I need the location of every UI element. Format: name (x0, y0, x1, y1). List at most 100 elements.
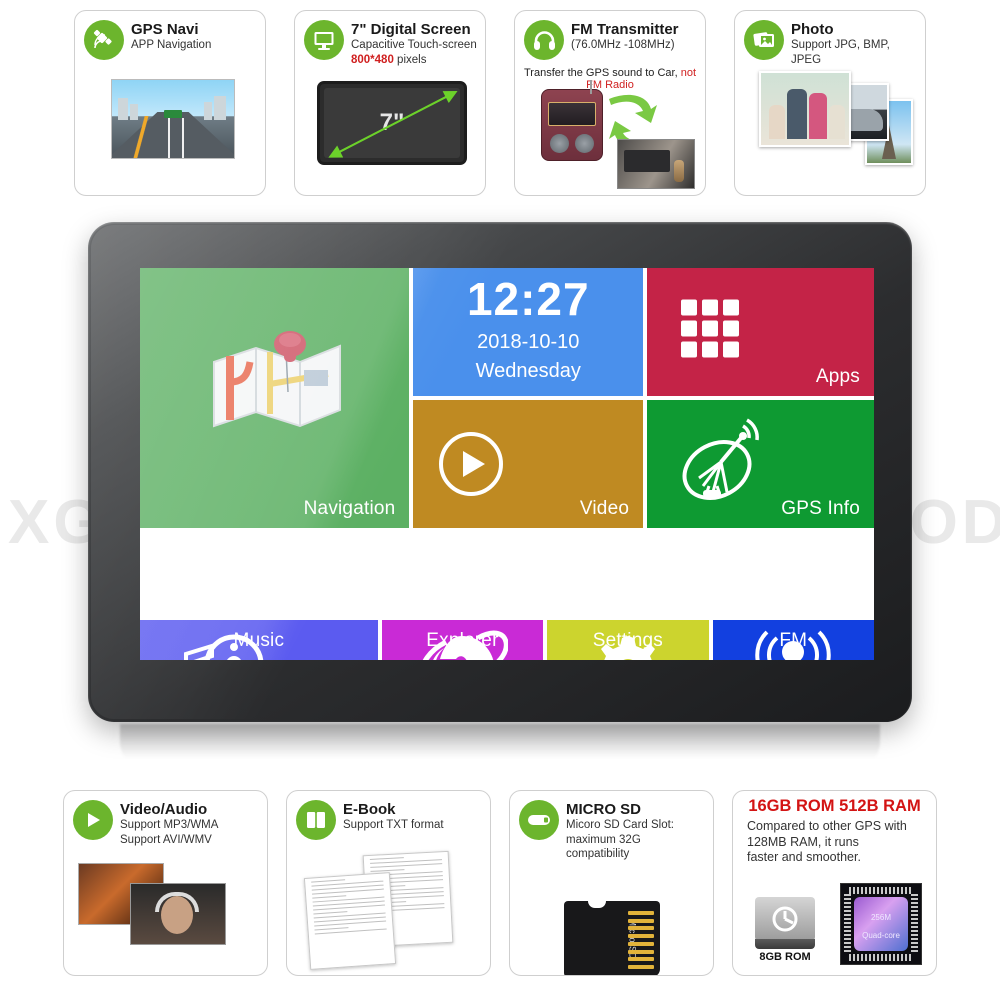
tile-label: Music (233, 630, 285, 651)
card-title: GPS Navi (131, 21, 199, 38)
top-feature-row: GPS Navi APP Navigation 7" Digital Scree… (0, 10, 1000, 196)
tile-fm[interactable]: FM (712, 620, 874, 660)
text-document-front (303, 872, 397, 970)
cpu-chip-illustration: 256M Quad-core (840, 883, 922, 965)
ebook-artwork (287, 847, 490, 970)
sdcard-icon (519, 800, 559, 840)
tile-label: Video (579, 498, 630, 519)
device-screen-illustration: 7" (317, 81, 467, 165)
radio-knob-right (575, 134, 594, 153)
clock-date: 2018-10-10 (477, 331, 580, 353)
sd-contacts (627, 911, 654, 969)
card-titles: FM Transmitter (76.0MHz -108MHz) (571, 20, 697, 53)
tile-explorer[interactable]: Explorer (381, 620, 544, 660)
tile-label: GPS Info (781, 498, 860, 519)
card-title: 16GB ROM 512B RAM (748, 797, 921, 815)
card-subtitle-1: Micoro SD Card Slot: (566, 819, 675, 832)
feature-card-photo: Photo Support JPG, BMP, JPEG (734, 10, 926, 196)
tile-gps-info[interactable]: GPS Info (647, 400, 874, 528)
card-subtitle-3: compatibility (566, 848, 630, 860)
clock-widget: 12:27 2018-10-10 Wednesday (413, 268, 643, 396)
gps-navigator-device: Navigation 12:27 2018-10-10 Wednesday Ap… (88, 222, 912, 722)
card-subtitle: APP Navigation (131, 39, 212, 52)
radio-illustration (541, 80, 603, 161)
map-pin-icon (212, 331, 341, 428)
card-header: E-Book Support TXT format (287, 791, 490, 840)
tile-navigation[interactable]: Navigation (140, 268, 410, 528)
grid-icon (681, 299, 740, 358)
card-subtitle-2: Support AVI/WMV (120, 833, 212, 846)
car-stereo-panel (624, 150, 670, 172)
card-subtitle-1: Compared to other GPS with (747, 818, 907, 833)
headphone-shape (155, 892, 199, 912)
card-titles: E-Book Support TXT format (343, 800, 482, 833)
hard-drive-icon (755, 897, 815, 949)
screen-artwork: 7" (295, 69, 485, 189)
card-titles: Video/Audio Support MP3/WMA Support AVI/… (120, 800, 259, 847)
bottom-feature-row: Video/Audio Support MP3/WMA Support AVI/… (0, 790, 1000, 976)
music-listener-photo (130, 883, 226, 945)
feature-card-fm-transmitter: FM Transmitter (76.0MHz -108MHz) Transfe… (514, 10, 706, 196)
card-titles: Photo Support JPG, BMP, JPEG (791, 20, 917, 67)
card-subtitle-pixels: 800*480 pixels (351, 53, 477, 67)
device-reflection (120, 724, 880, 770)
screen-bottom-row: Music Explorer Settings FM (140, 532, 874, 660)
card-titles: GPS Navi APP Navigation (131, 20, 257, 53)
clock-weekday: Wednesday (475, 360, 581, 382)
feature-card-micro-sd: MICRO SD Micoro SD Card Slot: maximum 32… (509, 790, 714, 976)
tile-label: Apps (815, 366, 860, 387)
card-subtitle: Support JPG, BMP, JPEG (791, 39, 890, 66)
chip-memory-label: 256M (870, 913, 891, 922)
tile-clock[interactable]: 12:27 2018-10-10 Wednesday (413, 268, 644, 396)
feature-card-memory: 16GB ROM 512B RAM Compared to other GPS … (732, 790, 937, 976)
tile-label: Explorer (426, 630, 499, 651)
memory-artwork: 8GB ROM 256M Quad-core (733, 877, 936, 969)
feature-card-digital-screen: 7" Digital Screen Capacitive Touch-scree… (294, 10, 486, 196)
card-subtitle-2: 128MB RAM, it runs (747, 834, 859, 849)
play-circle-icon (439, 432, 504, 496)
fm-note-main: Transfer the GPS sound to Car, (523, 67, 681, 79)
card-header: 16GB ROM 512B RAM Compared to other GPS … (733, 791, 936, 866)
chip-core-label: Quad-core (862, 931, 900, 940)
photo-icon (744, 20, 784, 60)
road-sign (164, 110, 182, 118)
tile-label: Settings (592, 630, 663, 651)
tile-label: FM (779, 630, 808, 651)
hdd-base (755, 939, 815, 949)
monitor-icon (304, 20, 344, 60)
chip-core: 256M Quad-core (854, 897, 908, 951)
micro-sd-illustration: Micro SD (563, 901, 660, 975)
feature-card-video-audio: Video/Audio Support MP3/WMA Support AVI/… (63, 790, 268, 976)
antenna-icon (590, 80, 592, 94)
card-titles: MICRO SD Micoro SD Card Slot: maximum 32… (566, 800, 705, 861)
hdd-capacity-label: 8GB ROM (759, 951, 811, 963)
car-interior-photo (617, 139, 695, 189)
diagonal-arrow-icon (328, 90, 458, 158)
play-icon (73, 800, 113, 840)
card-title: E-Book (343, 801, 396, 818)
tile-apps[interactable]: Apps (647, 268, 874, 396)
card-header: Photo Support JPG, BMP, JPEG (735, 11, 925, 67)
tile-settings[interactable]: Settings (547, 620, 709, 660)
gps-navi-artwork (75, 69, 265, 189)
card-title: Photo (791, 21, 834, 38)
card-subtitle: Support TXT format (343, 819, 444, 832)
card-subtitle-3: faster and smoother. (747, 850, 861, 865)
tile-music[interactable]: Music (140, 620, 378, 660)
card-title: Video/Audio (120, 801, 208, 818)
card-title: 7" Digital Screen (351, 21, 471, 38)
card-header: Video/Audio Support MP3/WMA Support AVI/… (64, 791, 267, 847)
card-subtitle-2: maximum 32G (566, 833, 641, 846)
card-title: MICRO SD (566, 801, 641, 818)
card-subtitle-1: Support MP3/WMA (120, 819, 219, 832)
card-subtitle: Capacitive Touch-screen (351, 39, 477, 52)
photo-stack-artwork (735, 69, 925, 189)
card-frequency: (76.0MHz -108MHz) (571, 39, 675, 52)
road-yellow-line (128, 116, 154, 158)
tile-video[interactable]: Video (413, 400, 644, 528)
sd-notch (587, 901, 606, 908)
device-screen: Navigation 12:27 2018-10-10 Wednesday Ap… (140, 268, 874, 660)
card-title: FM Transmitter (571, 21, 679, 38)
book-icon (296, 800, 336, 840)
clock-time: 12:27 (466, 273, 590, 325)
